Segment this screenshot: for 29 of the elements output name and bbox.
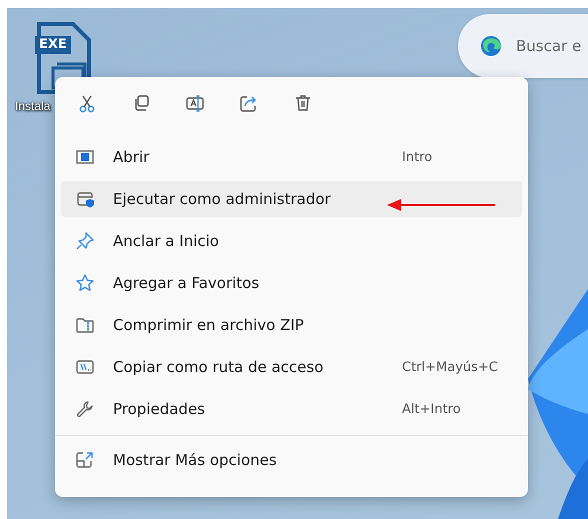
shortcut-text: Alt+Intro	[402, 402, 462, 416]
menu-item-label: Ejecutar como administrador	[113, 190, 331, 208]
rename-icon	[184, 93, 204, 113]
shortcut-text: Ctrl+Mayús+C	[402, 360, 499, 374]
expand-icon	[75, 450, 95, 470]
browser-logo-icon	[480, 35, 502, 57]
menu-item[interactable]: Agregar a Favoritos	[61, 265, 522, 301]
menu-item[interactable]: Mostrar Más opciones	[61, 442, 522, 478]
wrench-icon	[75, 399, 95, 419]
file-type-badge: EXE	[35, 36, 71, 54]
menu-item[interactable]: Copiar como ruta de acceso Ctrl+Mayús+C	[61, 349, 522, 385]
star-icon	[75, 273, 95, 293]
menu-item-label: Anclar a Inicio	[113, 232, 219, 250]
search-placeholder: Buscar e	[516, 37, 582, 55]
menu-item-label: Comprimir en archivo ZIP	[113, 316, 304, 334]
menu-item[interactable]: Ejecutar como administrador	[61, 181, 522, 217]
menu-item-label: Propiedades	[113, 400, 205, 418]
menu-item-label: Agregar a Favoritos	[113, 274, 260, 292]
menu-item[interactable]: Anclar a Inicio	[61, 223, 522, 259]
menu-item[interactable]: Propiedades Alt+Intro	[61, 391, 522, 427]
search-field[interactable]: Buscar e	[458, 14, 588, 78]
menu-item[interactable]: Abrir Intro	[61, 139, 522, 175]
menu-item[interactable]: Comprimir en archivo ZIP	[61, 307, 522, 343]
cut-icon	[76, 93, 96, 113]
pin-icon	[75, 231, 95, 251]
menu-item-label: Copiar como ruta de acceso	[113, 358, 324, 376]
shortcut-text: Intro	[402, 150, 434, 164]
menu-item-label: Abrir	[113, 148, 150, 166]
menu-item-label: Mostrar Más opciones	[113, 451, 277, 469]
